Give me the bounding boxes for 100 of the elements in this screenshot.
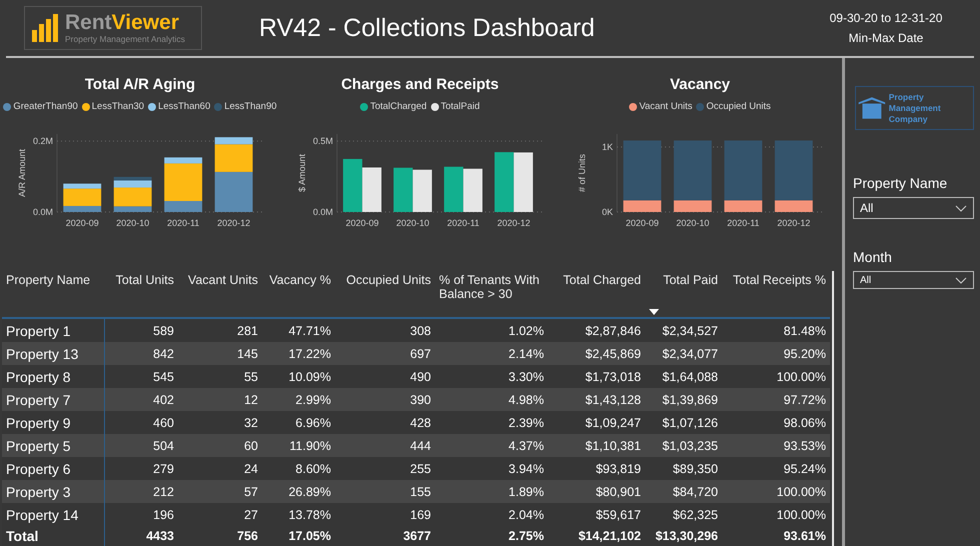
table-cell-text: $1,39,869	[661, 392, 719, 406]
chevron-down-icon	[955, 276, 967, 284]
table-cell-text: 1.89%	[508, 484, 545, 498]
axis-tick-label: 2020-12	[217, 218, 250, 228]
table-cell-text: $93,819	[594, 462, 642, 476]
axis-title: A/R Amount	[17, 148, 27, 198]
table-cell-text: 95.20%	[782, 346, 827, 360]
axis-tick-label: 0.2M	[32, 136, 53, 146]
column-header[interactable]: Total Paid	[645, 271, 722, 317]
table-cell-text: $1,09,247	[584, 416, 642, 430]
legend-item: LessThan60	[148, 101, 210, 112]
table-cell-text: 460	[152, 416, 175, 430]
column-header[interactable]: Occupied Units	[335, 271, 435, 317]
table-cell-text: $2,87,846	[584, 324, 642, 338]
axis-tick-label: 0.5M	[312, 136, 333, 146]
table-cell-text: $59,617	[594, 508, 642, 522]
table-cell-text: 24	[243, 462, 259, 476]
table-cell-text: 81.48%	[782, 324, 827, 338]
table-cell-text: 100.00%	[776, 484, 827, 498]
table-cell-text: 97.72%	[782, 392, 827, 406]
table-cell-text: 402	[152, 392, 175, 406]
bar	[394, 168, 413, 212]
bar	[463, 168, 482, 212]
table-cell-text: 93.53%	[782, 438, 827, 452]
column-header[interactable]: Vacancy %	[262, 271, 335, 317]
chevron-down-icon	[955, 204, 967, 212]
axis-tick-label: 2020-09	[346, 218, 379, 228]
table-cell-text: $2,45,869	[584, 346, 642, 360]
column-header[interactable]: % of Tenants With Balance > 30	[435, 271, 548, 317]
axis-tick-label: 0.0M	[32, 207, 53, 217]
column-header[interactable]: Total Units	[105, 271, 178, 317]
total-cell-text: 3677	[402, 529, 432, 543]
bar	[444, 166, 464, 212]
axis-title: $ Amount	[297, 154, 307, 192]
scrollbar[interactable]	[832, 271, 834, 546]
table-cell-text: 281	[236, 324, 259, 338]
table-cell-text: 3.94%	[508, 462, 545, 476]
table-cell-text: 504	[152, 438, 175, 452]
table-cell-text: 4.37%	[508, 438, 545, 452]
bar	[494, 152, 514, 212]
bar	[412, 170, 432, 212]
table-cell-text: 95.24%	[782, 462, 827, 476]
table-cell-text: $89,350	[672, 462, 719, 476]
legend-item: TotalCharged	[360, 101, 427, 112]
table-cell-text: 57	[243, 484, 259, 498]
table-cell-text: 2.39%	[508, 416, 545, 430]
table-cell-text: $62,325	[672, 508, 719, 522]
table-cell-text: 255	[409, 462, 432, 476]
table-cell-text: 2.14%	[508, 346, 545, 360]
table-cell-text: 27	[243, 508, 259, 522]
table-cell-text: 697	[409, 346, 432, 360]
column-header[interactable]: Total Receipts %	[722, 271, 830, 317]
table-cell-text: 196	[152, 508, 175, 522]
sort-descending-icon	[649, 309, 659, 315]
axis-tick-label: 2020-11	[447, 218, 480, 228]
company-name: Property Management Company	[888, 92, 942, 124]
table-cell-text: 444	[409, 438, 432, 452]
table-cell-text: 308	[409, 324, 432, 338]
column-header[interactable]: Property Name	[2, 271, 105, 317]
table-cell-text: 13.78%	[288, 508, 332, 522]
table-cell-text: 100.00%	[776, 370, 827, 384]
axis-tick-label: 2020-12	[497, 218, 530, 228]
filter-label: Property Name	[853, 175, 948, 191]
filter-dropdown[interactable]: All	[853, 271, 974, 289]
bar	[343, 158, 362, 212]
table-cell-text: 8.60%	[294, 462, 332, 476]
table-cell-text: 10.09%	[288, 370, 332, 384]
legend-item: TotalPaid	[430, 101, 480, 112]
axis-tick-label: 2020-09	[66, 218, 99, 228]
table-cell-text: 169	[409, 508, 432, 522]
table-cell-text: $1,10,381	[584, 438, 642, 452]
table-cell-text: $80,901	[594, 484, 642, 498]
table-cell-text: 2.99%	[294, 392, 332, 406]
table-cell-text: 428	[409, 416, 432, 430]
column-header[interactable]: Vacant Units	[178, 271, 262, 317]
total-cell-text: 93.61%	[782, 529, 827, 543]
axis-tick-label: 0.0M	[312, 207, 333, 217]
table-cell-text: 842	[152, 346, 175, 360]
table-cell-text: 155	[409, 484, 432, 498]
chart-title: Total A/R Aging	[84, 76, 196, 93]
filter-dropdown[interactable]: All	[853, 197, 974, 219]
table-cell-text: $2,34,527	[661, 324, 719, 338]
axis-tick-label: 2020-09	[626, 218, 659, 228]
table-cell-text: 4.98%	[508, 392, 545, 406]
legend-item: LessThan90	[214, 101, 277, 112]
table-cell-text: 1.02%	[508, 324, 545, 338]
axis-tick-label: 2020-10	[396, 218, 430, 228]
column-header[interactable]: Total Charged	[548, 271, 645, 317]
logo-tagline: Property Management Analytics	[65, 34, 186, 44]
total-cell-text: 4433	[145, 529, 175, 543]
date-range: 09-30-20 to 12-31-20	[830, 11, 942, 25]
bar-chart-icon	[31, 14, 61, 42]
table-cell-text: $1,64,088	[661, 370, 719, 384]
legend-item: Occupied Units	[696, 101, 771, 112]
table-cell-text: $1,73,018	[584, 370, 642, 384]
logo-text: Viewer	[112, 11, 179, 34]
table-cell-text: 17.22%	[288, 346, 332, 360]
axis-tick-label: 2020-11	[167, 218, 200, 228]
table-cell-text: 279	[152, 462, 175, 476]
axis-tick-label: 2020-10	[116, 218, 150, 228]
